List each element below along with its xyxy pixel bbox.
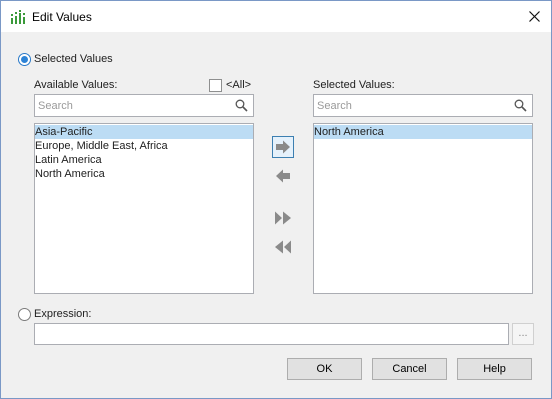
all-checkbox[interactable] [209, 79, 222, 92]
all-checkbox-label[interactable]: <All> [226, 79, 251, 91]
cancel-button[interactable]: Cancel [372, 358, 447, 380]
selected-search-field[interactable] [313, 94, 533, 117]
selected-values-list[interactable]: North America [313, 123, 533, 294]
dialog-title: Edit Values [32, 10, 92, 24]
expression-browse-button[interactable]: ... [512, 323, 534, 345]
selected-values-label: Selected Values: [313, 79, 395, 91]
available-search-input[interactable] [36, 96, 230, 115]
list-item[interactable]: Asia-Pacific [35, 125, 253, 139]
arrow-right-icon [276, 140, 290, 154]
help-button[interactable]: Help [457, 358, 532, 380]
list-item[interactable]: North America [314, 125, 532, 139]
ok-button[interactable]: OK [287, 358, 362, 380]
selected-values-radio-label[interactable]: Selected Values [34, 53, 113, 65]
list-item[interactable]: Latin America [35, 153, 253, 167]
arrow-left-icon [276, 169, 290, 183]
double-arrow-left-icon [275, 240, 291, 254]
selected-values-radio[interactable] [18, 53, 31, 66]
search-icon [514, 99, 527, 112]
double-arrow-right-icon [275, 211, 291, 225]
list-item[interactable]: North America [35, 167, 253, 181]
available-values-list[interactable]: Asia-Pacific Europe, Middle East, Africa… [34, 123, 254, 294]
add-all-button[interactable] [272, 207, 294, 229]
remove-selected-button[interactable] [272, 165, 294, 187]
available-values-label: Available Values: [34, 79, 118, 91]
search-icon [235, 99, 248, 112]
add-selected-button[interactable] [272, 136, 294, 158]
available-search-field[interactable] [34, 94, 254, 117]
expression-radio[interactable] [18, 308, 31, 321]
remove-all-button[interactable] [272, 236, 294, 258]
close-button[interactable] [519, 3, 549, 30]
bar-chart-icon [11, 10, 25, 24]
title-bar: Edit Values [1, 1, 551, 32]
edit-values-dialog: Edit Values Selected Values Available Va… [0, 0, 552, 399]
list-item[interactable]: Europe, Middle East, Africa [35, 139, 253, 153]
expression-field[interactable] [34, 323, 509, 345]
expression-radio-label[interactable]: Expression: [34, 308, 91, 320]
selected-search-input[interactable] [315, 96, 509, 115]
close-icon [528, 11, 540, 22]
